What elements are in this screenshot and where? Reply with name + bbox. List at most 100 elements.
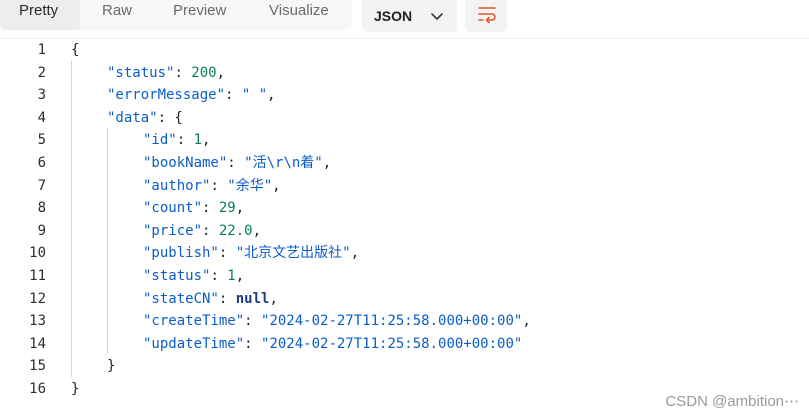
json-punctuation: } [107,358,116,375]
line-number: 12 [29,290,46,307]
json-key: "price" [143,222,203,239]
json-value: "北京文艺出版社" [235,245,351,262]
json-punctuation: , [235,268,245,284]
line-number: 7 [37,177,46,194]
json-key: "stateCN" [143,290,219,307]
format-select-label: JSON [374,8,413,24]
json-punctuation: , [216,64,226,81]
code-line: "id": 1, [143,129,210,152]
json-key: "data" [107,109,158,126]
json-key: "publish" [143,245,219,262]
chevron-down-icon [431,13,443,20]
response-body-editor[interactable]: 1 2 3 4 5 6 7 8 9 10 11 12 13 14 15 16 {"status": 200, "… [0,38,809,416]
code-line: "data": { [107,107,183,130]
json-punctuation: : [202,200,219,217]
tab-preview[interactable]: Preview [173,0,243,30]
code-line: { [71,39,79,62]
json-value: 29 [218,200,236,217]
json-punctuation: : [202,222,219,239]
code-line: "publish": "北京文艺出版社", [143,242,359,265]
line-number: 5 [37,132,46,149]
code-line: } [107,355,115,378]
json-punctuation: : [218,245,236,262]
json-punctuation: , [267,87,276,104]
json-key: "id" [143,132,177,149]
json-value: 200 [191,64,217,81]
tab-preview-label: Preview [173,2,227,19]
json-punctuation: { [71,42,80,58]
code-line: "createTime": "2024-02-27T11:25:58.000+0… [143,310,531,333]
code-line: "status": 1, [143,265,244,288]
json-key: "updateTime" [143,335,245,352]
json-key: "author" [143,177,211,194]
json-key: "status" [143,268,211,284]
line-number: 2 [37,64,46,81]
code-line: "bookName": "活\r\n着", [143,152,331,175]
json-punctuation: , [322,155,332,171]
json-punctuation: , [235,200,245,217]
line-number: 8 [37,200,46,217]
json-punctuation: : { [157,109,183,126]
json-punctuation: , [350,245,360,262]
code-line: "updateTime": "2024-02-27T11:25:58.000+0… [143,333,522,356]
json-value: "2024-02-27T11:25:58.000+00:00" [261,313,523,330]
code-line: "author": "余华", [143,175,281,198]
json-key: "count" [143,200,203,217]
response-toolbar: Pretty Raw Preview Visualize JSON [0,0,809,39]
code-line: "price": 22.0, [143,220,261,243]
json-value: " " [241,87,268,104]
tab-visualize[interactable]: Visualize [269,0,349,30]
json-key: "errorMessage" [107,87,226,104]
json-punctuation: : [210,177,228,194]
line-number: 9 [37,222,46,239]
json-value: null [235,290,270,307]
line-number: 15 [29,358,46,375]
wrap-lines-button[interactable] [465,0,507,32]
json-value: 22.0 [218,222,253,239]
json-punctuation: : [176,132,194,149]
indent-guide [71,60,72,377]
json-punctuation: , [252,222,262,239]
wrap-lines-icon [478,7,496,24]
json-key: "status" [107,64,175,81]
tab-visualize-label: Visualize [269,2,329,19]
json-value: "2024-02-27T11:25:58.000+00:00" [261,335,523,352]
json-punctuation: : [227,155,245,171]
line-number: 4 [37,109,46,126]
json-punctuation: , [272,177,281,194]
line-number: 1 [37,42,46,58]
line-number: 13 [29,313,46,330]
json-punctuation: : [218,290,236,307]
json-punctuation: } [71,381,80,397]
json-key: "bookName" [143,155,228,171]
indent-guide [107,128,108,355]
json-punctuation: : [244,335,262,352]
json-punctuation: , [269,290,278,307]
tab-pretty-label: Pretty [19,2,59,19]
json-punctuation: , [522,313,531,330]
tab-raw-label: Raw [102,2,133,19]
line-number: 11 [29,268,46,284]
json-key: "createTime" [143,313,245,330]
tab-pretty[interactable]: Pretty [0,0,80,30]
line-number: 14 [29,335,46,352]
json-punctuation: : [244,313,262,330]
line-number: 16 [29,381,46,397]
format-select[interactable]: JSON [362,0,457,32]
json-punctuation: , [202,132,211,149]
line-number: 6 [37,155,46,171]
watermark: CSDN @ambition⋯ [665,393,799,410]
json-value: "余华" [227,177,273,194]
tab-raw[interactable]: Raw [102,0,152,30]
code-line: "stateCN": null, [143,288,278,311]
code-line: "count": 29, [143,197,244,220]
json-value: 1 [227,268,236,284]
json-punctuation: : [210,268,228,284]
json-value: 1 [193,132,203,149]
line-number: 3 [37,87,46,104]
code-line: "status": 200, [107,62,225,85]
line-number: 10 [29,245,46,262]
json-punctuation: : [174,64,192,81]
json-value: "活\r\n着" [244,155,323,171]
code-line: "errorMessage": " ", [107,84,276,107]
